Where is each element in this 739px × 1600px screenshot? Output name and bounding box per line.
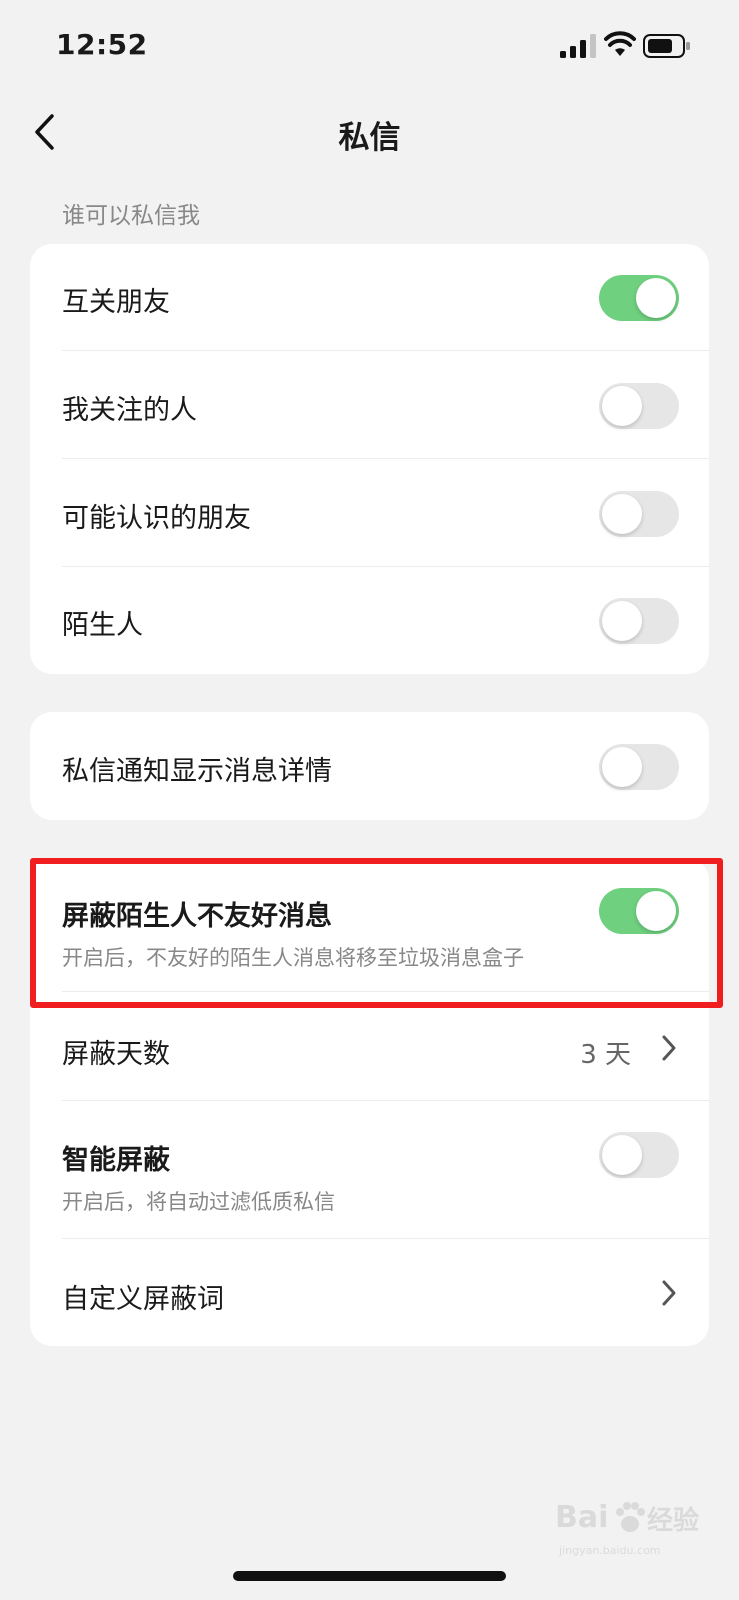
home-indicator <box>233 1571 506 1581</box>
setting-row-strangers: 陌生人 <box>30 567 709 674</box>
battery-icon <box>643 34 690 58</box>
cellular-signal-icon <box>560 34 596 58</box>
paw-icon <box>616 1502 645 1532</box>
setting-label-mutual-friends: 互关朋友 <box>62 287 170 318</box>
setting-desc-smart-block: 开启后，将自动过滤低质私信 <box>62 1190 335 1214</box>
setting-row-may-know: 可能认识的朋友 <box>30 459 709 567</box>
toggle-may-know[interactable] <box>599 491 679 537</box>
toggle-knob <box>602 494 642 534</box>
toggle-knob <box>636 278 676 318</box>
status-bar: 12:52 <box>0 0 739 92</box>
setting-row-custom-words[interactable]: 自定义屏蔽词 <box>30 1239 709 1346</box>
setting-row-mutual-friends: 互关朋友 <box>30 244 709 351</box>
watermark-brand-suffix: 经验 <box>647 1506 700 1536</box>
setting-label-following: 我关注的人 <box>62 395 197 426</box>
setting-row-smart-block: 智能屏蔽 开启后，将自动过滤低质私信 <box>30 1101 709 1239</box>
section-header-who-can-message: 谁可以私信我 <box>62 203 200 229</box>
watermark-brand: Bai <box>555 1500 609 1535</box>
setting-row-following: 我关注的人 <box>30 351 709 459</box>
who-can-message-card: 互关朋友 我关注的人 可能认识的朋友 陌生人 <box>30 244 709 674</box>
block-days-value: 3 天 <box>580 1040 631 1070</box>
setting-label-block-days: 屏蔽天数 <box>62 1039 170 1070</box>
highlight-annotation-box <box>30 858 723 1008</box>
toggle-smart-block[interactable] <box>599 1132 679 1178</box>
toggle-knob <box>602 386 642 426</box>
chevron-right-icon <box>662 1035 676 1061</box>
watermark-url: jingyan.baidu.com <box>559 1544 661 1557</box>
page-title: 私信 <box>338 120 401 156</box>
toggle-knob <box>602 747 642 787</box>
setting-label-notification-details: 私信通知显示消息详情 <box>62 756 332 787</box>
baidu-jingyan-watermark: Bai 经验 jingyan.baidu.com <box>555 1500 705 1560</box>
setting-label-may-know: 可能认识的朋友 <box>62 503 251 534</box>
setting-label-strangers: 陌生人 <box>62 610 143 641</box>
toggle-knob <box>602 601 642 641</box>
setting-row-notification-details: 私信通知显示消息详情 <box>30 712 709 820</box>
toggle-following[interactable] <box>599 383 679 429</box>
wifi-icon <box>604 31 636 56</box>
toggle-knob <box>602 1135 642 1175</box>
setting-label-custom-words: 自定义屏蔽词 <box>62 1284 224 1315</box>
toggle-mutual-friends[interactable] <box>599 275 679 321</box>
setting-label-smart-block: 智能屏蔽 <box>62 1145 170 1176</box>
notification-card: 私信通知显示消息详情 <box>30 712 709 820</box>
toggle-notification-details[interactable] <box>599 744 679 790</box>
toggle-strangers[interactable] <box>599 598 679 644</box>
nav-bar: 私信 <box>0 92 739 172</box>
setting-row-block-days[interactable]: 屏蔽天数 3 天 <box>30 992 709 1101</box>
status-time: 12:52 <box>56 28 148 61</box>
chevron-right-icon <box>662 1280 676 1306</box>
